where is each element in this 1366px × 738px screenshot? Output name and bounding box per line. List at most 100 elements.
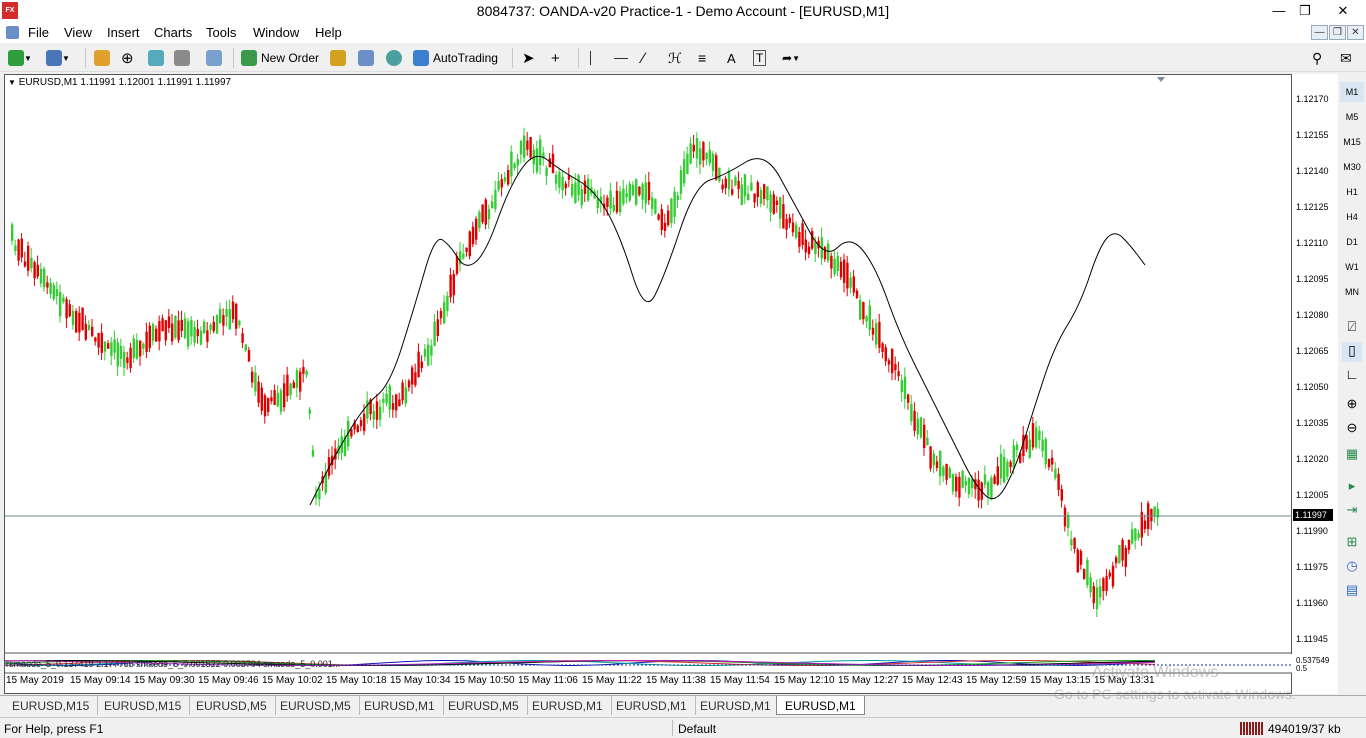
new-order-icon xyxy=(241,50,257,66)
candle-body xyxy=(839,261,843,278)
menu-view[interactable]: View xyxy=(64,25,92,40)
price-chart[interactable] xyxy=(5,75,1293,695)
periodicity-icon[interactable]: ◷ xyxy=(1342,558,1362,578)
marketplace-button[interactable] xyxy=(330,48,346,68)
new-chart-button[interactable]: ▼ xyxy=(8,48,32,68)
chart-tab[interactable]: EURUSD,M5 xyxy=(272,696,360,715)
chart-shift-icon[interactable]: ⇥ xyxy=(1342,502,1362,522)
terminal-button[interactable] xyxy=(174,48,190,68)
chart-tab[interactable]: EURUSD,M1 xyxy=(356,696,444,715)
templates-icon[interactable]: ▤ xyxy=(1342,582,1362,602)
community-button[interactable] xyxy=(386,48,402,68)
menu-insert[interactable]: Insert xyxy=(107,25,140,40)
signals-button[interactable] xyxy=(358,48,374,68)
trendline-button[interactable]: ∕ xyxy=(642,48,645,68)
chart-tab[interactable]: EURUSD,M1 xyxy=(608,696,696,715)
candle-body xyxy=(491,201,494,209)
arrows-button[interactable]: ➦ ▼ xyxy=(782,48,800,68)
menu-window[interactable]: Window xyxy=(253,25,299,40)
candle-body xyxy=(759,189,763,204)
chart-area[interactable] xyxy=(4,74,1293,695)
candle-body xyxy=(606,197,609,207)
new-order-button[interactable]: New Order xyxy=(241,48,319,68)
timeframe-h1[interactable]: H1 xyxy=(1340,182,1364,202)
price-tick-label: 1.12020 xyxy=(1296,454,1329,464)
price-axis[interactable]: 1.12170 1.12155 1.12140 1.12125 1.12110 1.120… xyxy=(1292,74,1338,694)
timeframe-m5[interactable]: M5 xyxy=(1340,107,1364,127)
chart-header: ▼ EURUSD,M1 1.11991 1.12001 1.11991 1.11… xyxy=(8,77,231,88)
cursor-tool-button[interactable]: ➤ xyxy=(522,48,535,68)
mdi-minimize-icon[interactable]: — xyxy=(1311,25,1328,40)
indicators-icon[interactable]: ⊞ xyxy=(1342,534,1362,554)
timeframe-m15[interactable]: M15 xyxy=(1340,132,1364,152)
candle-body xyxy=(897,371,900,377)
horizontal-line-button[interactable] xyxy=(614,48,628,68)
candle-body xyxy=(1143,520,1147,530)
chart-tab[interactable]: EURUSD,M1 xyxy=(524,696,612,715)
candle-body xyxy=(807,246,811,255)
bar-chart-icon[interactable]: ⍁ xyxy=(1342,318,1362,338)
candle-body xyxy=(209,324,212,330)
candle-body xyxy=(129,347,132,369)
autotrading-button[interactable]: AutoTrading xyxy=(413,48,498,68)
menu-file[interactable]: File xyxy=(28,25,49,40)
candle-body xyxy=(190,319,193,337)
zoom-in-icon[interactable]: ⊕ xyxy=(1342,396,1362,416)
crosshair-tool-button[interactable]: + xyxy=(551,48,560,68)
text-label-button[interactable]: T xyxy=(753,48,767,68)
chart-tab[interactable]: EURUSD,M5 xyxy=(440,696,528,715)
chat-button[interactable]: ✉ xyxy=(1340,48,1352,68)
candle-body xyxy=(107,343,110,349)
equidistant-channel-button[interactable]: ℋ xyxy=(668,48,682,68)
candle-body xyxy=(983,474,987,485)
text-tool-button[interactable]: A xyxy=(727,48,736,68)
timeframe-h4[interactable]: H4 xyxy=(1340,207,1364,227)
candle-body xyxy=(260,387,263,411)
chart-tab[interactable]: EURUSD,M15 xyxy=(96,696,191,715)
candle-body xyxy=(1153,506,1156,517)
menu-charts[interactable]: Charts xyxy=(154,25,192,40)
mdi-close-icon[interactable]: ✕ xyxy=(1347,25,1364,40)
zoom-out-icon[interactable]: ⊖ xyxy=(1342,420,1362,440)
timeframe-mn[interactable]: MN xyxy=(1340,282,1364,302)
chart-tab[interactable]: EURUSD,M5 xyxy=(188,696,276,715)
timeframe-d1[interactable]: D1 xyxy=(1340,232,1364,252)
candle-body xyxy=(609,190,612,209)
tester-icon xyxy=(206,50,222,66)
close-icon[interactable]: ✕ xyxy=(1320,0,1366,22)
chart-window-icon[interactable] xyxy=(6,26,19,39)
collapse-arrow-icon[interactable]: ▼ xyxy=(8,78,16,87)
candle-body xyxy=(1137,533,1140,539)
timeframe-m30[interactable]: M30 xyxy=(1340,157,1364,177)
chart-tab[interactable]: EURUSD,M1 xyxy=(776,696,865,715)
restore-icon[interactable]: ❐ xyxy=(1290,0,1320,22)
candle-body xyxy=(164,320,167,341)
candlestick-icon[interactable]: ▯ xyxy=(1342,342,1362,362)
profiles-button[interactable]: ▼ xyxy=(46,48,70,68)
mdi-restore-icon[interactable]: ❐ xyxy=(1329,25,1346,40)
vertical-line-button[interactable] xyxy=(590,48,591,68)
line-chart-icon[interactable]: ∟ xyxy=(1342,366,1362,386)
autoscroll-icon[interactable]: ▸ xyxy=(1342,478,1362,498)
candle-body xyxy=(846,262,849,289)
strategy-tester-button[interactable] xyxy=(206,48,222,68)
menu-tools[interactable]: Tools xyxy=(206,25,236,40)
tile-windows-icon[interactable]: ▦ xyxy=(1342,446,1362,466)
timeframe-w1[interactable]: W1 xyxy=(1340,257,1364,277)
candle-body xyxy=(1150,508,1153,522)
menu-help[interactable]: Help xyxy=(315,25,342,40)
navigator-button[interactable]: ⊕ xyxy=(121,48,134,68)
candle-body xyxy=(177,320,180,341)
timeframe-m1[interactable]: M1 xyxy=(1340,82,1364,102)
fibonacci-button[interactable]: ≡ xyxy=(698,48,706,68)
data-window-button[interactable] xyxy=(148,48,164,68)
candle-body xyxy=(1118,544,1121,563)
market-watch-button[interactable] xyxy=(94,48,110,68)
chart-tab[interactable]: EURUSD,M1 xyxy=(692,696,780,715)
candle-body xyxy=(702,142,705,161)
chart-tab[interactable]: EURUSD,M15 xyxy=(4,696,99,715)
search-button[interactable]: ⚲ xyxy=(1312,48,1322,68)
chart-shift-marker-icon[interactable] xyxy=(1157,77,1165,82)
connection-status-icon[interactable] xyxy=(1240,722,1264,735)
candle-body xyxy=(372,411,375,420)
